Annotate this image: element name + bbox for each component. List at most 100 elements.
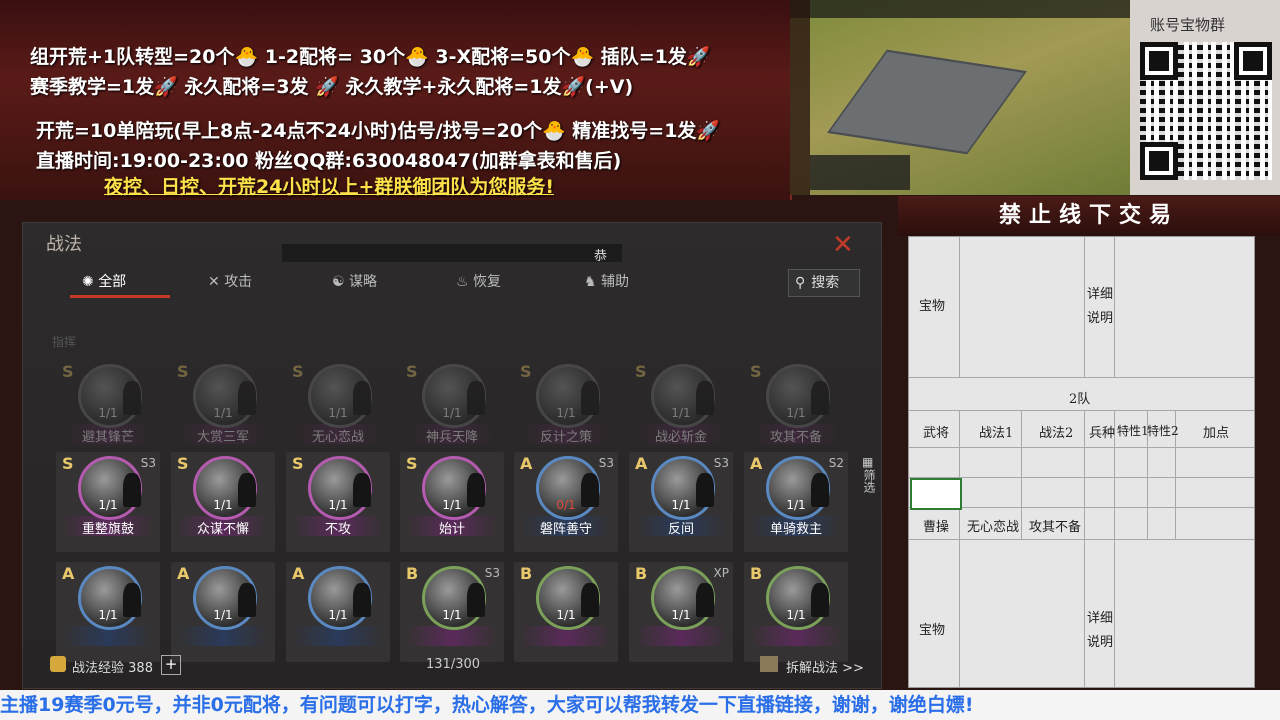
header-skill1: 战法1 xyxy=(979,426,1014,441)
tactic-count: 0/1 xyxy=(556,498,576,512)
tactic-card[interactable]: S 1/1 攻其不备 xyxy=(744,360,848,460)
tactic-count: 1/1 xyxy=(328,498,348,512)
stream-banner: 组开荒+1队转型=20个🐣 1-2配将= 30个🐣 3-X配将=50个🐣 插队=… xyxy=(0,0,792,200)
tactic-card[interactable]: A S2 1/1 单骑救主 xyxy=(744,452,848,552)
search-icon: ⚲ xyxy=(795,275,806,291)
tactic-card[interactable]: B 1/1 xyxy=(744,562,848,662)
tactic-count: 1/1 xyxy=(213,608,233,622)
tactic-name: 攻其不备 xyxy=(769,430,822,445)
bottom-detail-label-2: 说明 xyxy=(1087,635,1114,650)
add-exp-button[interactable]: + xyxy=(161,655,181,675)
search-label: 搜索 xyxy=(811,275,840,291)
banner-line-5: 夜控、日控、开荒24小时以上+群朕御团队为您服务! xyxy=(104,176,555,198)
tactic-card[interactable]: S 1/1 战必斩金 xyxy=(629,360,733,460)
tactic-name: 无心恋战 xyxy=(311,430,364,445)
tactic-card[interactable]: S 1/1 众谋不懈 xyxy=(171,452,275,552)
decompose-button[interactable]: 拆解战法 >> xyxy=(786,657,864,676)
tactic-card[interactable]: S 1/1 大赏三军 xyxy=(171,360,275,460)
tactic-card[interactable]: A S3 1/1 反间 xyxy=(629,452,733,552)
tactic-card[interactable]: B XP 1/1 xyxy=(629,562,733,662)
row-skill2: 攻其不备 xyxy=(1029,520,1082,535)
tactic-count: 1/1 xyxy=(442,608,462,622)
bottom-treasure-label: 宝物 xyxy=(919,623,946,638)
tactic-rank: A xyxy=(177,564,190,583)
tactic-count: 1/1 xyxy=(328,608,348,622)
tactic-count: 1/1 xyxy=(556,608,576,622)
tactic-card[interactable]: A 1/1 xyxy=(56,562,160,662)
close-icon[interactable]: ✕ xyxy=(832,230,854,260)
tactic-count: 1/1 xyxy=(328,406,348,420)
tactic-card[interactable]: S 1/1 避其锋芒 xyxy=(56,360,160,460)
tactic-rank: S xyxy=(177,454,189,473)
team-label: 2队 xyxy=(1069,392,1091,407)
tactic-name: 重整旗鼓 xyxy=(81,522,134,537)
selected-cell[interactable] xyxy=(910,478,962,510)
tactic-season: S3 xyxy=(484,566,500,580)
tactic-season: S3 xyxy=(598,456,614,470)
tactic-card[interactable]: S 1/1 始计 xyxy=(400,452,504,552)
tab-support[interactable]: ♞ 辅助 xyxy=(584,267,629,297)
preview-sidebar xyxy=(790,0,810,195)
tactic-rank: S xyxy=(292,454,304,473)
header-general: 武将 xyxy=(923,426,950,441)
lineup-sheet: 宝物 详细 说明 2队 武将 战法1 战法2 兵种 特性1 特性2 加点 曹操 … xyxy=(908,236,1255,688)
tactic-card[interactable]: S S3 1/1 重整旗鼓 xyxy=(56,452,160,552)
tactic-rank: B xyxy=(635,564,648,583)
notice-banner: 禁止线下交易 xyxy=(898,196,1280,236)
tactic-card[interactable]: S 1/1 反计之策 xyxy=(514,360,618,460)
tab-all[interactable]: ✺ 全部 xyxy=(82,267,126,297)
city-image xyxy=(827,49,1027,155)
tactic-card[interactable]: S 1/1 神兵天降 xyxy=(400,360,504,460)
tactic-count: 1/1 xyxy=(786,498,806,512)
grid-icon: ▦ xyxy=(862,455,874,469)
decompose-icon xyxy=(760,656,778,672)
tab-strategy[interactable]: ☯ 谋略 xyxy=(332,267,377,297)
tactic-count: 1/1 xyxy=(786,608,806,622)
banner-line-1: 组开荒+1队转型=20个🐣 1-2配将= 30个🐣 3-X配将=50个🐣 插队=… xyxy=(30,46,711,68)
tab-recover[interactable]: ♨ 恢复 xyxy=(456,267,501,297)
tactic-card[interactable]: A 1/1 xyxy=(286,562,390,662)
panel-title: 战法 xyxy=(46,234,82,255)
tab-all-label: 全部 xyxy=(98,274,127,290)
tactic-name: 反计之策 xyxy=(539,430,592,445)
tactic-rank: S xyxy=(292,362,304,381)
tab-bar: ✺ 全部 ✕ 攻击 ☯ 谋略 ♨ 恢复 ♞ 辅助 xyxy=(46,267,861,297)
preview-topbar xyxy=(790,0,1130,18)
tactic-rank: A xyxy=(62,564,75,583)
tactic-card[interactable]: A S3 0/1 磐阵善守 xyxy=(514,452,618,552)
tactic-rank: S xyxy=(62,454,74,473)
tactic-season: XP xyxy=(713,566,729,580)
tactic-name: 战必斩金 xyxy=(654,430,707,445)
preview-cards xyxy=(810,155,910,190)
tactic-count: 1/1 xyxy=(442,406,462,420)
tactic-card[interactable]: A 1/1 xyxy=(171,562,275,662)
crossed-swords-icon: ✕ xyxy=(208,274,225,290)
tactic-count: 1/1 xyxy=(98,498,118,512)
tactic-name: 众谋不懈 xyxy=(196,522,249,537)
row-general: 曹操 xyxy=(923,520,950,535)
search-button[interactable]: ⚲ 搜索 xyxy=(788,269,860,297)
tactic-card[interactable]: B S3 1/1 xyxy=(400,562,504,662)
active-tab-indicator xyxy=(70,295,170,298)
tactic-season: S3 xyxy=(713,456,729,470)
tab-strategy-label: 谋略 xyxy=(349,274,378,290)
header-points: 加点 xyxy=(1203,426,1230,441)
tactic-rank: S xyxy=(62,362,74,381)
tactic-rank: S xyxy=(406,362,418,381)
tactic-name: 神兵天降 xyxy=(425,430,478,445)
tab-attack[interactable]: ✕ 攻击 xyxy=(208,267,252,297)
tactic-season: S2 xyxy=(828,456,844,470)
tactic-card[interactable]: S 1/1 无心恋战 xyxy=(286,360,390,460)
qr-label: 账号宝物群 xyxy=(1150,16,1226,34)
tab-attack-label: 攻击 xyxy=(224,274,253,290)
tactic-rank: B xyxy=(520,564,533,583)
detail-label-2: 说明 xyxy=(1087,311,1114,326)
tactic-rank: A xyxy=(520,454,533,473)
banner-line-2: 赛季教学=1发🚀 永久配将=3发 🚀 永久教学+永久配将=1发🚀(+V) xyxy=(30,76,634,98)
tactic-count: 1/1 xyxy=(442,498,462,512)
tactic-card[interactable]: S 1/1 不攻 xyxy=(286,452,390,552)
exp-label-text: 战法经验 xyxy=(72,661,125,676)
tactic-card[interactable]: B 1/1 xyxy=(514,562,618,662)
filter-button[interactable]: ▦ 筛选 xyxy=(862,455,880,496)
tactic-rank: A xyxy=(750,454,763,473)
